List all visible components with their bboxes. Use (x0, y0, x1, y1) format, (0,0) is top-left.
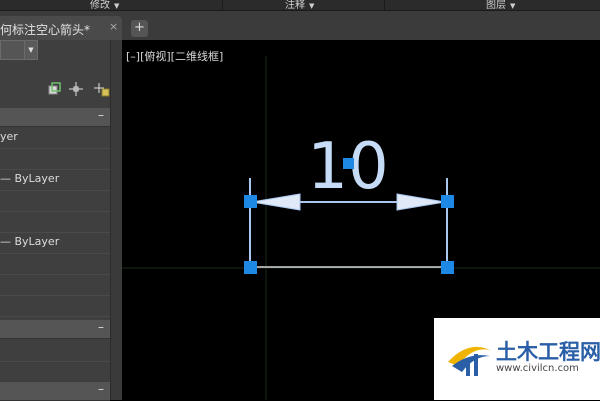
collapse-icon[interactable]: – (98, 108, 104, 122)
property-row[interactable] (0, 190, 110, 212)
collapse-icon[interactable]: – (98, 320, 104, 334)
ribbon-panel-modify[interactable]: 修改 ▼ (90, 0, 119, 11)
object-type-dropdown[interactable] (0, 40, 26, 60)
civilcn-logo (448, 346, 490, 376)
property-row[interactable] (0, 148, 110, 170)
ribbon-panel-annotate[interactable]: 注释 ▼ (285, 0, 314, 11)
grip-dimline-right[interactable] (441, 195, 454, 208)
ribbon-panel-label: 注释 (285, 0, 305, 11)
grip-dimline-left[interactable] (244, 195, 257, 208)
ribbon-panel-label: 图层 (486, 0, 506, 11)
property-row[interactable] (0, 211, 110, 233)
property-value: — ByLayer (0, 235, 60, 248)
watermark: 土木工程网 www.civilcn.com (434, 318, 600, 400)
property-row[interactable]: — ByLayer (0, 169, 110, 191)
chevron-down-icon[interactable]: ▼ (24, 40, 38, 60)
ribbon-separator (384, 0, 385, 10)
grip-origin-left[interactable] (244, 261, 257, 274)
palette-section-general[interactable]: – (0, 108, 110, 127)
close-icon[interactable]: × (109, 20, 118, 33)
property-row[interactable] (0, 361, 110, 383)
chevron-down-icon: ▼ (510, 2, 516, 10)
property-row[interactable] (0, 295, 110, 317)
file-tab-title: 何标注空心箭头* (0, 23, 91, 37)
quick-select-icon[interactable] (94, 81, 110, 97)
file-tab[interactable]: 何标注空心箭头* × (0, 16, 122, 40)
grip-text[interactable] (343, 158, 354, 169)
ribbon-panel-label: 修改 (90, 0, 110, 11)
ribbon-panel-bar: 修改 ▼ 注释 ▼ 图层 ▼ (0, 0, 600, 11)
chevron-down-icon: ▼ (114, 2, 120, 10)
property-row[interactable] (0, 274, 110, 296)
chevron-down-icon: ▼ (309, 2, 315, 10)
palette-section-misc[interactable]: – (0, 382, 110, 401)
watermark-title: 土木工程网 (496, 340, 600, 364)
toggle-pickadd-icon[interactable] (46, 81, 62, 97)
collapse-icon[interactable]: – (98, 382, 104, 396)
property-row[interactable]: — ByLayer (0, 232, 110, 254)
grip-origin-right[interactable] (441, 261, 454, 274)
arrowhead-left[interactable] (251, 193, 301, 211)
select-objects-icon[interactable] (68, 81, 84, 97)
watermark-url: www.civilcn.com (496, 363, 579, 374)
property-row[interactable] (0, 253, 110, 275)
palette-section-3d[interactable]: – (0, 320, 110, 339)
property-row[interactable]: yer (0, 127, 110, 149)
property-value: — ByLayer (0, 172, 60, 185)
ribbon-separator (222, 0, 223, 10)
ribbon-panel-layers[interactable]: 图层 ▼ (486, 0, 515, 11)
file-tab-bar: 何标注空心箭头* × + (0, 11, 600, 40)
new-tab-button[interactable]: + (131, 20, 148, 37)
property-value: yer (0, 130, 18, 143)
arrowhead-right[interactable] (396, 193, 446, 211)
property-row[interactable] (0, 340, 110, 362)
